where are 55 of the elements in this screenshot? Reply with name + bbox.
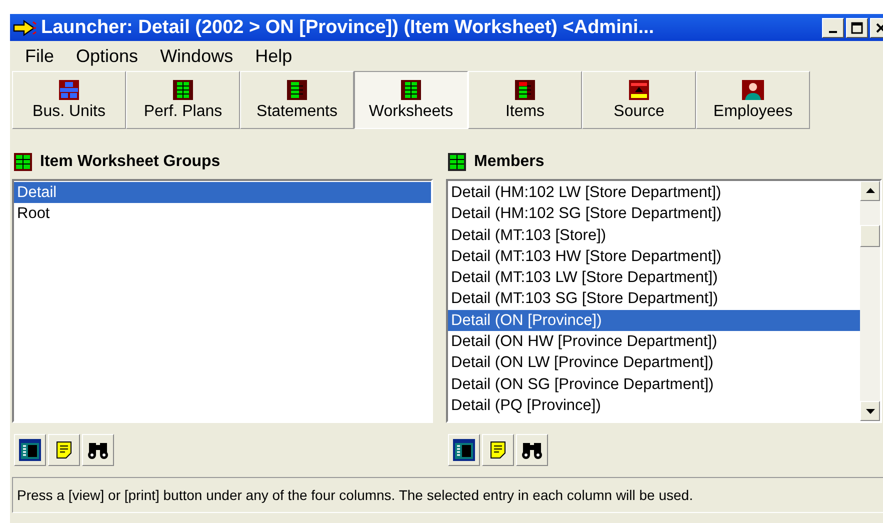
tab[interactable]: Items — [468, 71, 582, 129]
grid-icon — [173, 80, 193, 100]
tab[interactable]: Bus. Units — [12, 71, 126, 129]
menu-item[interactable]: File — [14, 46, 66, 66]
scroll-thumb[interactable] — [860, 225, 880, 247]
tab[interactable]: Worksheets — [354, 71, 468, 129]
scroll-up-button[interactable] — [860, 181, 880, 201]
view-button[interactable] — [14, 434, 46, 466]
list-item[interactable]: Detail (MT:103 [Store]) — [448, 224, 860, 246]
window-title: Launcher: Detail (2002 > ON [Province]) (Item Worksheet) <Admini... — [41, 16, 656, 38]
note-button[interactable] — [482, 434, 514, 466]
scroll-down-button[interactable] — [860, 401, 880, 421]
table-icon — [18, 438, 42, 462]
tab[interactable]: Source — [582, 71, 696, 129]
list-item[interactable]: Detail (ON HW [Province Department]) — [448, 331, 860, 352]
grid-icon — [401, 80, 421, 100]
column-heading: Members — [474, 153, 544, 171]
tab[interactable]: Perf. Plans — [126, 71, 240, 129]
status-bar: Press a [view] or [print] button under any of the four columns. The selected entry in each column will be used. — [12, 477, 883, 513]
menu-item[interactable]: Options — [65, 46, 150, 66]
grid-icon — [14, 153, 32, 171]
note-button[interactable] — [48, 434, 80, 466]
grid-icon — [448, 153, 466, 171]
list-item[interactable]: Detail (HM:102 SG [Store Department]) — [448, 203, 860, 225]
up-arrow-icon — [866, 188, 874, 194]
person-icon — [742, 80, 764, 100]
maximize-icon — [851, 22, 863, 34]
tab[interactable]: Employees — [696, 71, 810, 129]
org-chart-icon — [59, 80, 79, 100]
table-icon — [452, 438, 476, 462]
list-item[interactable]: Detail (ON [Province]) — [448, 310, 860, 332]
menu-item[interactable]: Windows — [149, 46, 244, 66]
list-item[interactable]: Detail (ON SG [Province Department]) — [448, 374, 860, 395]
list-item[interactable]: Detail — [14, 182, 431, 204]
list-item[interactable]: Detail (ON LW [Province Department]) — [448, 352, 860, 374]
binoculars-button[interactable] — [516, 434, 548, 466]
list-item[interactable]: Detail (HM:102 LW [Store Department]) — [448, 182, 860, 204]
down-arrow-icon — [866, 408, 874, 414]
grid-icon — [287, 80, 307, 100]
list-item[interactable]: Detail (PQ [Province]) — [448, 394, 860, 416]
view-button[interactable] — [448, 434, 480, 466]
minimize-icon — [829, 30, 837, 32]
minimize-button[interactable] — [822, 18, 844, 38]
list-item[interactable]: Detail (MT:103 SG [Store Department]) — [448, 288, 860, 310]
binoculars-button[interactable] — [82, 434, 114, 466]
grid-icon — [515, 80, 535, 100]
maximize-button[interactable] — [846, 18, 868, 38]
menu-item[interactable]: Help — [244, 46, 304, 66]
tab[interactable]: Statements — [240, 71, 354, 129]
column-heading: Item Worksheet Groups — [40, 153, 220, 171]
list-item[interactable]: Detail (MT:103 LW [Store Department]) — [448, 267, 860, 288]
arrow-icon — [13, 20, 37, 36]
upload-icon — [629, 80, 649, 100]
list-item[interactable]: Detail (MT:103 HW [Store Department]) — [448, 246, 860, 268]
list-item[interactable]: Root — [14, 203, 431, 225]
